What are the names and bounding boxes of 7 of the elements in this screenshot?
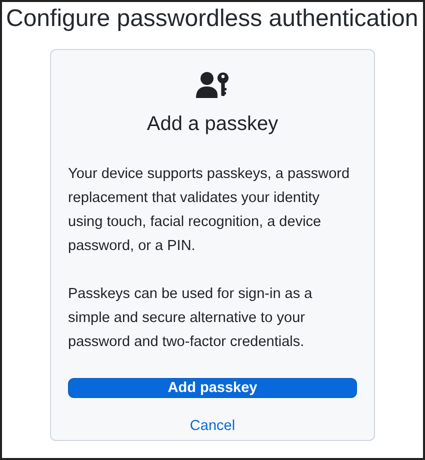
page-title: Configure passwordless authentication: [6, 5, 420, 33]
add-passkey-button[interactable]: Add passkey: [68, 378, 357, 398]
description-text: Your device supports passkeys, a password replacement that validates your identity using touch, facial recognition, a device password, or a PIN.: [68, 165, 351, 256]
card-heading: Add a passkey: [146, 113, 280, 136]
description-text: Passkeys can be used for sign-in as a simple and secure alternative to your password and two-factor credentials.: [68, 285, 314, 352]
person-key-icon: [196, 71, 230, 99]
cancel-link[interactable]: Cancel: [190, 418, 236, 434]
